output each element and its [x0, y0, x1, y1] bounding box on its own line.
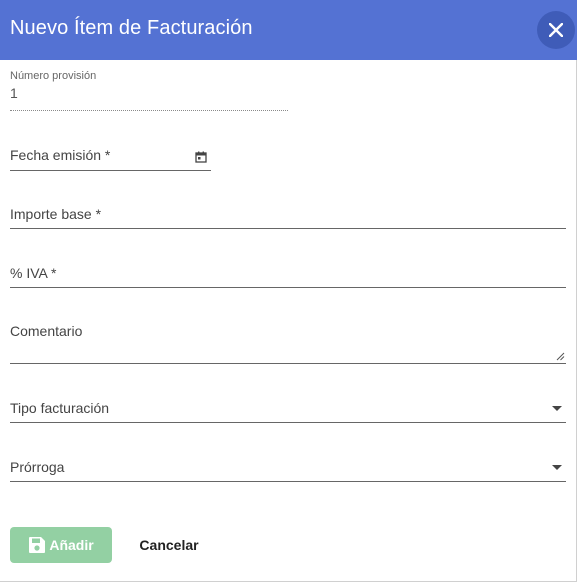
importe-base-underline	[10, 228, 566, 229]
save-icon	[29, 537, 46, 553]
dialog-header: Nuevo Ítem de Facturación	[0, 0, 577, 60]
numero-provision-underline	[10, 110, 288, 111]
iva-underline	[10, 287, 566, 288]
iva-field[interactable]: % IVA *	[10, 265, 566, 289]
fecha-emision-field[interactable]: Fecha emisión *	[10, 147, 212, 172]
tipo-facturacion-select[interactable]: Tipo facturación	[10, 400, 566, 425]
fecha-emision-label: Fecha emisión *	[10, 147, 111, 163]
importe-base-field[interactable]: Importe base *	[10, 206, 566, 230]
tipo-facturacion-underline	[10, 422, 566, 423]
comentario-underline	[10, 363, 566, 364]
comentario-label: Comentario	[10, 323, 83, 339]
cancel-button[interactable]: Cancelar	[124, 527, 214, 563]
prorroga-select[interactable]: Prórroga	[10, 459, 566, 484]
numero-provision-field: Número provisión 1	[10, 70, 290, 115]
numero-provision-value: 1	[10, 85, 18, 101]
close-icon	[549, 23, 563, 37]
resize-handle-icon[interactable]	[555, 351, 565, 361]
prorroga-label: Prórroga	[10, 459, 65, 475]
add-button[interactable]: Añadir	[10, 527, 112, 563]
add-button-label: Añadir	[49, 537, 94, 553]
numero-provision-label: Número provisión	[10, 70, 97, 82]
comentario-field[interactable]: Comentario	[10, 323, 566, 366]
calendar-icon[interactable]	[195, 151, 207, 163]
dropdown-arrow-icon[interactable]	[552, 406, 562, 411]
iva-label: % IVA *	[10, 265, 57, 281]
dropdown-arrow-icon[interactable]	[552, 465, 562, 470]
importe-base-label: Importe base *	[10, 206, 102, 222]
fecha-emision-underline	[10, 170, 211, 171]
cancel-button-label: Cancelar	[139, 537, 199, 553]
billing-item-dialog: Nuevo Ítem de Facturación Número provisi…	[0, 0, 577, 582]
close-button[interactable]	[537, 11, 575, 49]
tipo-facturacion-label: Tipo facturación	[10, 400, 110, 416]
prorroga-underline	[10, 481, 566, 482]
dialog-title: Nuevo Ítem de Facturación	[10, 17, 253, 39]
